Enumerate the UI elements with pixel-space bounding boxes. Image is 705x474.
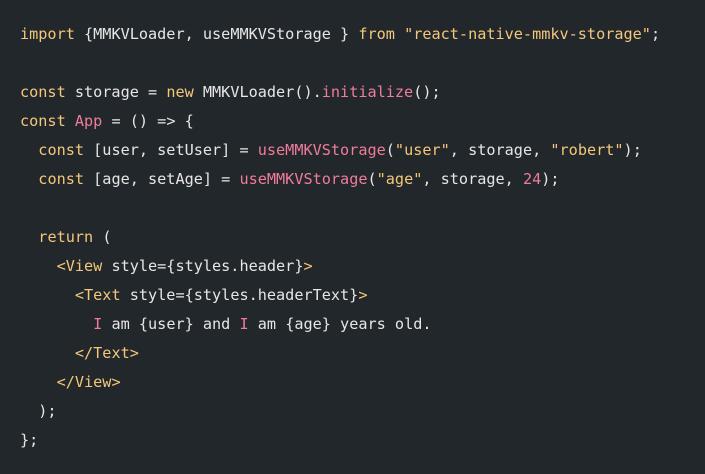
code-block: import {MMKVLoader, useMMKVStorage } fro… [0,0,705,474]
code-token-plain: [age, setAge] = [84,170,240,188]
code-token-plain: ( [367,170,377,188]
code-line: I am {user} and I am {age} years old. [20,310,705,339]
code-token-number: 24 [522,170,542,188]
code-token-plain: style={styles.headerText} [120,286,359,304]
code-line: ); [20,397,705,426]
code-line: const storage = new MMKVLoader().initial… [20,78,705,107]
code-line: const [user, setUser] = useMMKVStorage("… [20,136,705,165]
code-line: return ( [20,223,705,252]
code-token-plain: = () => { [102,112,194,130]
code-token-plain: ); [623,141,642,159]
code-token-string: "age" [376,170,423,188]
code-token-plain: ( [93,228,112,246]
code-token-keyword: import [20,25,75,43]
code-token-tag: <Text [74,286,121,304]
code-token-function: App [74,112,103,130]
code-token-keyword: from [358,25,395,43]
code-line: <View style={styles.header}> [20,252,705,281]
code-token-plain: ; [650,25,661,43]
code-token-keyword: const [20,112,66,130]
code-token-tag: <View [56,257,103,275]
code-token-keyword: const [38,141,85,159]
code-token-plain: MMKVLoader(). [193,83,322,101]
code-token-plain: style={styles.header} [102,257,304,275]
code-token-function: useMMKVStorage [257,141,386,159]
code-token-tag: > [303,257,313,275]
code-token-plain: , storage, [449,141,551,159]
code-token-keyword: const [38,170,85,188]
code-token-function: initialize [321,83,414,101]
code-token-plain: }; [20,431,39,449]
code-token-plain: am {age} years old. [248,315,432,333]
code-token-keyword: return [38,228,94,246]
code-token-keyword: const [20,83,66,101]
code-token-plain: ); [541,170,560,188]
code-token-plain: [user, setUser] = [84,141,258,159]
code-token-plain: ( [385,141,395,159]
code-line: const [age, setAge] = useMMKVStorage("ag… [20,165,705,194]
code-token-tag: </View> [56,373,121,391]
code-token-plain: (); [413,83,441,101]
code-token-function: I [93,315,103,333]
code-token-string: "react-native-mmkv-storage" [404,25,651,43]
code-token-function: useMMKVStorage [239,170,368,188]
code-token-tag: </Text> [74,344,139,362]
code-token-plain: ); [20,402,57,420]
code-token-function: I [239,315,249,333]
code-token-tag: > [358,286,368,304]
code-line: <Text style={styles.headerText}> [20,281,705,310]
code-line: }; [20,426,705,455]
code-token-plain: , storage, [422,170,523,188]
code-line: </View> [20,368,705,397]
code-token-plain: {MMKVLoader, useMMKVStorage } [74,25,359,43]
code-line: import {MMKVLoader, useMMKVStorage } fro… [20,20,705,49]
code-token-plain: am {user} and [102,315,240,333]
code-line: const App = () => { [20,107,705,136]
code-line: </Text> [20,339,705,368]
code-token-plain: storage = [65,83,167,101]
code-token-string: "user" [394,141,450,159]
code-token-string: "robert" [550,141,624,159]
code-token-keyword: new [166,83,194,101]
